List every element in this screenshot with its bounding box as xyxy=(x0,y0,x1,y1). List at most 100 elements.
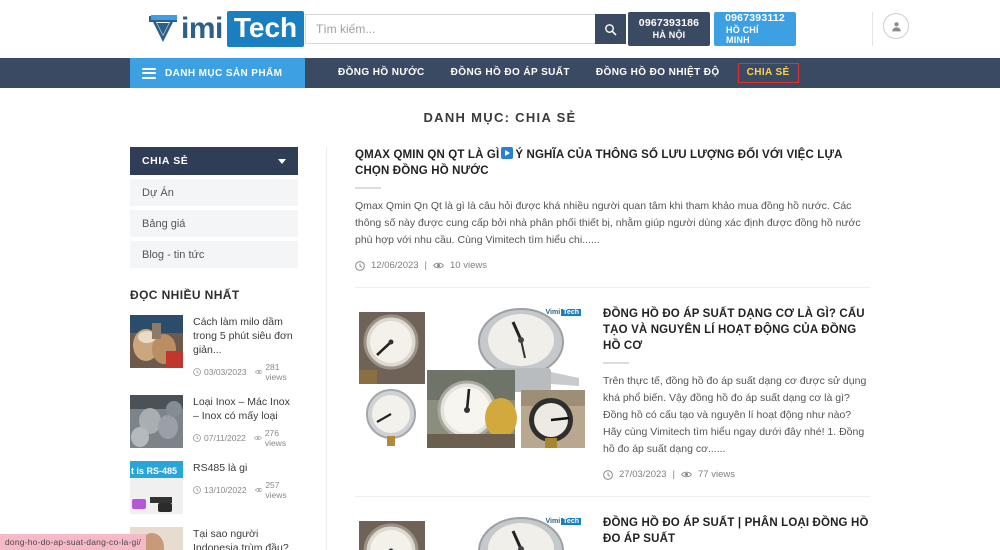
account-button[interactable] xyxy=(883,13,909,39)
sidebar-item-label: Blog - tin tức xyxy=(142,248,205,261)
product-category-menu-button[interactable]: DANH MỤC SẢN PHẨM xyxy=(130,58,305,88)
popular-post-views: 281 views xyxy=(265,362,287,382)
popular-post-body: Loại Inox – Mác Inox – Inox có mấy loại … xyxy=(193,395,298,448)
list-item[interactable]: Loại Inox – Mác Inox – Inox có mấy loại … xyxy=(130,395,298,448)
svg-text:t is RS-485: t is RS-485 xyxy=(131,466,177,476)
inox-metal-image xyxy=(130,395,183,448)
watermark: Vimi Tech xyxy=(546,309,581,316)
post-item: QMAX QMIN QN QT LÀ GÌ Ý NGHĨA CỦA THÔNG S… xyxy=(355,147,870,287)
date-chunk: 13/10/2022 xyxy=(193,485,247,495)
eye-icon xyxy=(253,436,262,440)
page-title: DANH MỤC: CHIA SẺ xyxy=(423,110,577,125)
product-category-label: DANH MỤC SẢN PHẨM xyxy=(165,67,283,79)
nav-item-chia-se[interactable]: CHIA SẺ xyxy=(737,63,799,83)
hamburger-icon xyxy=(142,67,156,79)
post-item: Vimi Tech ĐỒNG HỒ ĐO ÁP SUẤT DẠNG CƠ LÀ G… xyxy=(355,287,870,496)
post-title[interactable]: ĐỒNG HỒ ĐO ÁP SUẤT DẠNG CƠ LÀ GÌ? CẤU TẠ… xyxy=(603,306,870,354)
post-title-before: QMAX QMIN QN QT LÀ GÌ xyxy=(355,149,500,161)
list-item[interactable]: t is RS-485 RS485 là gi 13/10/2022 257 v… xyxy=(130,461,298,514)
post-excerpt: Trên thực tế, đồng hồ đo áp suất dạng cơ… xyxy=(603,375,867,455)
views-chunk: 281 views xyxy=(254,362,298,382)
phone-hanoi-number: 0967393186 xyxy=(638,17,700,30)
search-icon xyxy=(605,23,617,35)
post-meta: 27/03/2023 | 77 views xyxy=(603,469,870,480)
sidebar-item-bang-gia[interactable]: Bảng giá xyxy=(130,210,298,237)
popular-post-meta: 03/03/2023 281 views xyxy=(193,362,298,382)
nav-item-dong-ho-do-ap-suat[interactable]: ĐỒNG HỒ ĐO ÁP SUẤT xyxy=(438,58,583,88)
list-item[interactable]: Cách làm milo dầm trong 5 phút siêu đơn … xyxy=(130,315,298,382)
post-title[interactable]: ĐỒNG HỒ ĐO ÁP SUẤT | PHÂN LOẠI ĐỒNG HỒ Đ… xyxy=(603,515,870,547)
watermark: Vimi Tech xyxy=(546,518,581,525)
page-root: imi Tech 0967393186 HÀ NỘI 0967393112 HỒ… xyxy=(0,0,1000,550)
post-title[interactable]: QMAX QMIN QN QT LÀ GÌ Ý NGHĨA CỦA THÔNG S… xyxy=(355,147,870,179)
nav-item-dong-ho-nuoc[interactable]: ĐỒNG HỒ NƯỚC xyxy=(325,58,438,88)
rs485-image: t is RS-485 xyxy=(130,461,183,514)
nav-item-dong-ho-do-nhiet-do[interactable]: ĐỒNG HỒ ĐO NHIỆT ĐỘ xyxy=(583,58,733,88)
post-views: 77 views xyxy=(698,469,735,480)
popular-post-title[interactable]: Loại Inox – Mác Inox – Inox có mấy loại xyxy=(193,395,298,423)
search-bar xyxy=(305,14,626,44)
meta-separator: | xyxy=(672,469,676,480)
phone-hcm[interactable]: 0967393112 HỒ CHÍ MINH xyxy=(714,12,796,46)
status-bar-url: dong-ho-do-ap-suat-dang-co-la-gi/ xyxy=(0,534,147,550)
milo-drink-image xyxy=(130,315,183,368)
header-divider xyxy=(872,12,873,46)
list-item[interactable]: Tại sao người Indonesia trùm đầu? xyxy=(130,527,298,550)
user-icon xyxy=(891,21,901,31)
post-date: 27/03/2023 xyxy=(619,469,667,480)
clock-icon xyxy=(603,469,613,480)
clock-icon xyxy=(193,368,201,376)
chevron-down-icon xyxy=(278,158,286,164)
sidebar-category-header[interactable]: CHIA SẺ xyxy=(130,147,298,175)
popular-post-body: RS485 là gi 13/10/2022 257 views xyxy=(193,461,298,514)
watermark-vimi: Vimi xyxy=(545,309,561,316)
sidebar-item-blog-tin-tuc[interactable]: Blog - tin tức xyxy=(130,241,298,268)
page-content: CHIA SẺ Dự Án Bảng giá Blog - tin tức ĐỌ… xyxy=(0,147,1000,550)
eye-icon xyxy=(254,488,263,492)
play-icon xyxy=(501,147,514,159)
post-body: ĐỒNG HỒ ĐO ÁP SUẤT | PHÂN LOẠI ĐỒNG HỒ Đ… xyxy=(603,515,870,550)
popular-post-thumbnail: t is RS-485 xyxy=(130,461,183,514)
phone-hanoi-city: HÀ NỘI xyxy=(652,29,686,40)
logo-text-imi: imi xyxy=(181,12,223,45)
popular-post-views: 257 views xyxy=(265,480,287,500)
eye-icon xyxy=(254,370,263,374)
popular-post-title[interactable]: Tại sao người Indonesia trùm đầu? xyxy=(193,527,298,550)
popular-post-meta: 07/11/2022 276 views xyxy=(193,428,298,448)
post-date: 12/06/2023 xyxy=(371,260,419,271)
popular-post-title[interactable]: Cách làm milo dầm trong 5 phút siêu đơn … xyxy=(193,315,298,357)
search-input[interactable] xyxy=(305,14,595,44)
popular-post-thumbnail xyxy=(130,395,183,448)
popular-post-title[interactable]: RS485 là gi xyxy=(193,461,298,475)
watermark-vimi: Vimi xyxy=(545,518,561,525)
popular-post-body: Cách làm milo dầm trong 5 phút siêu đơn … xyxy=(193,315,298,382)
title-divider xyxy=(603,362,629,364)
popular-post-date: 13/10/2022 xyxy=(204,485,247,495)
post-thumbnail[interactable]: Vimi Tech xyxy=(355,515,585,550)
pressure-gauge-collage-image xyxy=(355,306,585,448)
date-chunk: 07/11/2022 xyxy=(193,433,246,443)
site-logo[interactable]: imi Tech xyxy=(146,9,305,49)
watermark-tech: Tech xyxy=(561,309,581,316)
sidebar-item-du-an[interactable]: Dự Án xyxy=(130,179,298,206)
clock-icon xyxy=(193,486,201,494)
popular-post-meta: 13/10/2022 257 views xyxy=(193,480,298,500)
popular-post-date: 03/03/2023 xyxy=(204,367,247,377)
sidebar: CHIA SẺ Dự Án Bảng giá Blog - tin tức ĐỌ… xyxy=(130,147,298,550)
search-button[interactable] xyxy=(595,14,626,44)
post-meta: 12/06/2023 | 10 views xyxy=(355,260,870,271)
logo-text-tech: Tech xyxy=(226,11,305,47)
eye-icon xyxy=(681,471,692,478)
post-thumbnail[interactable]: Vimi Tech xyxy=(355,306,585,448)
views-chunk: 257 views xyxy=(254,480,298,500)
title-divider xyxy=(355,187,381,189)
watermark-tech: Tech xyxy=(561,518,581,525)
views-chunk: 276 views xyxy=(253,428,298,448)
sidebar-item-label: Bảng giá xyxy=(142,217,186,230)
post-body: ĐỒNG HỒ ĐO ÁP SUẤT DẠNG CƠ LÀ GÌ? CẤU TẠ… xyxy=(603,306,870,480)
phone-hanoi[interactable]: 0967393186 HÀ NỘI xyxy=(628,12,710,46)
sidebar-category-header-label: CHIA SẺ xyxy=(142,155,189,167)
phone-hcm-number: 0967393112 xyxy=(725,11,785,24)
logo-v-icon xyxy=(146,12,180,46)
main-navigation: DANH MỤC SẢN PHẨM ĐỒNG HỒ NƯỚC ĐỒNG HỒ Đ… xyxy=(0,58,1000,88)
